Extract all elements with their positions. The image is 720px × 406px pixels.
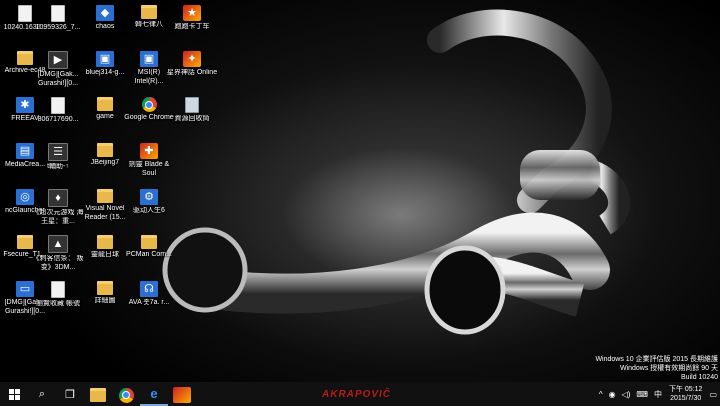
desktop-icon-image-icon — [141, 5, 157, 19]
desktop-icon[interactable]: ⚙ 驱动人生6 — [124, 187, 174, 233]
taskbar-internet-explorer[interactable]: e — [140, 382, 168, 406]
desktop-icon-label: 《超次元游戏 海王星：重... — [32, 209, 84, 225]
desktop-icon-image-icon — [97, 235, 113, 249]
desktop-icon-label: PCMan Com... — [126, 251, 172, 258]
desktop-icon-image-icon — [97, 281, 113, 295]
search-button[interactable]: ⌕ — [28, 382, 56, 406]
desktop-icon-image-icon: ▶ — [48, 51, 68, 69]
desktop-icon-label: 星界神話 Online — [166, 69, 218, 76]
desktop-icon[interactable]: ♦ 《超次元游戏 海王星：重... — [33, 187, 83, 233]
desktop-icon[interactable]: 資源回收筒 — [167, 95, 217, 141]
ime-indicator[interactable]: 中 — [651, 389, 665, 400]
desktop-icon-image-icon — [97, 97, 113, 111]
desktop-icon-label: 10959326_7... — [35, 24, 81, 31]
desktop[interactable]: 10240.1638... 10959326_7... ◆ chaos 韓七律八 ★ 跑跑卡… — [0, 0, 720, 382]
desktop-icon[interactable]: 瀏覽收藏 帳號 — [33, 279, 83, 325]
taskbar-chrome[interactable] — [112, 382, 140, 406]
taskbar-app[interactable] — [168, 382, 196, 406]
desktop-icon-image-icon: ▤ — [16, 143, 34, 159]
desktop-icon-image-icon: ▭ — [16, 281, 34, 297]
desktop-icon-image-icon: ☊ — [140, 281, 158, 297]
desktop-icon-label: 資源回收筒 — [174, 115, 210, 122]
desktop-icon-image-icon: ▣ — [140, 51, 158, 67]
file-explorer-icon — [90, 388, 106, 402]
watermark-build: Build 10240 — [681, 374, 718, 381]
desktop-icon[interactable]: 806717690... — [33, 95, 83, 141]
desktop-icon[interactable]: ☰ t輔助-↑ — [33, 141, 83, 187]
notifications-icon[interactable]: ▭ — [706, 390, 720, 399]
windows-logo-icon — [8, 388, 20, 400]
desktop-icon[interactable]: 10959326_7... — [33, 3, 83, 49]
wallpaper-brand-logo: AKRAPOVIČ — [322, 388, 392, 400]
watermark-edition: Windows 10 企業評估版 2015 長期維護 — [595, 356, 718, 363]
task-view-icon: ❐ — [65, 388, 75, 401]
chrome-icon — [118, 387, 134, 403]
desktop-icon-image-icon — [141, 97, 157, 112]
desktop-icon-label: AVA 촛7a. r... — [128, 299, 170, 306]
game-app-icon — [173, 387, 191, 403]
desktop-icon[interactable]: ▶ [DMG][Gak... Gurashi!][0... — [33, 49, 83, 95]
desktop-icon-label: 劍靈 Blade & Soul — [128, 161, 170, 177]
desktop-icon-label: 《刺客信条： 叛变》3DM... — [32, 255, 84, 271]
desktop-icon-image-icon: ☰ — [48, 143, 68, 161]
internet-explorer-icon: e — [150, 385, 158, 401]
desktop-icon[interactable]: ☊ AVA 촛7a. r... — [124, 279, 174, 325]
desktop-icon-image-icon: ✦ — [183, 51, 201, 67]
watermark-license: Windows 授權有效期尚餘 90 天 — [619, 365, 718, 372]
desktop-icon-label: t輔助-↑ — [47, 163, 69, 170]
desktop-icon-image-icon: ▲ — [48, 235, 68, 253]
search-icon: ⌕ — [38, 387, 46, 400]
system-tray: ^ ◉ ◁) ⌨ 中 下午 05:12 2015/7/30 ▭ — [596, 382, 720, 406]
desktop-icon-label: 806717690... — [37, 116, 79, 123]
start-button[interactable] — [0, 382, 28, 406]
desktop-icon-image-icon: ✱ — [16, 97, 34, 113]
desktop-icon-image-icon — [141, 235, 157, 249]
keyboard-icon[interactable]: ⌨ — [633, 390, 651, 399]
desktop-icon-image-icon — [18, 5, 32, 22]
volume-icon[interactable]: ◁) — [619, 390, 634, 399]
windows-evaluation-watermark: Windows 10 企業評估版 2015 長期維護 Windows 授權有效期… — [595, 355, 718, 382]
taskbar-file-explorer[interactable] — [84, 382, 112, 406]
network-icon[interactable]: ◉ — [606, 390, 619, 399]
desktop-icon-image-icon — [51, 5, 65, 22]
desktop-icon-image-icon — [51, 281, 65, 298]
desktop-icon-image-icon — [17, 51, 33, 65]
desktop-icon-image-icon: ◆ — [96, 5, 114, 21]
desktop-icon-image-icon: ★ — [183, 5, 201, 21]
desktop-icon-image-icon: ♦ — [48, 189, 68, 207]
desktop-icon-label: 跑跑卡丁车 — [174, 23, 210, 30]
desktop-icon-image-icon: ⚙ — [140, 189, 158, 205]
clock-date: 2015/7/30 — [670, 395, 702, 402]
desktop-icon-image-icon: ◎ — [16, 189, 34, 205]
desktop-icon-image-icon — [185, 97, 199, 113]
desktop-icon-image-icon — [51, 97, 65, 114]
desktop-icon[interactable]: ✦ 星界神話 Online — [167, 49, 217, 95]
desktop-icon[interactable]: ✚ 劍靈 Blade & Soul — [124, 141, 174, 187]
desktop-icon-image-icon: ▣ — [96, 51, 114, 67]
clock-time: 下午 05:12 — [668, 386, 703, 393]
desktop-icon-label: 瀏覽收藏 帳號 — [36, 300, 80, 307]
show-hidden-icons-button[interactable]: ^ — [596, 390, 606, 399]
wallpaper-exhaust-image — [162, 9, 631, 335]
desktop-icon[interactable]: ★ 跑跑卡丁车 — [167, 3, 217, 49]
desktop-icon-label: 驱动人生6 — [133, 207, 165, 214]
task-view-button[interactable]: ❐ — [56, 382, 84, 406]
desktop-icon-image-icon — [97, 143, 113, 157]
desktop-icon-image-icon: ✚ — [140, 143, 158, 159]
desktop-icon[interactable]: PCMan Com... — [124, 233, 174, 279]
clock[interactable]: 下午 05:12 2015/7/30 — [665, 385, 706, 403]
desktop-icon-image-icon — [97, 189, 113, 203]
desktop-icon-image-icon — [17, 235, 33, 249]
desktop-icon[interactable]: ▲ 《刺客信条： 叛变》3DM... — [33, 233, 83, 279]
desktop-icon-label: [DMG][Gak... Gurashi!][0... — [37, 71, 79, 87]
